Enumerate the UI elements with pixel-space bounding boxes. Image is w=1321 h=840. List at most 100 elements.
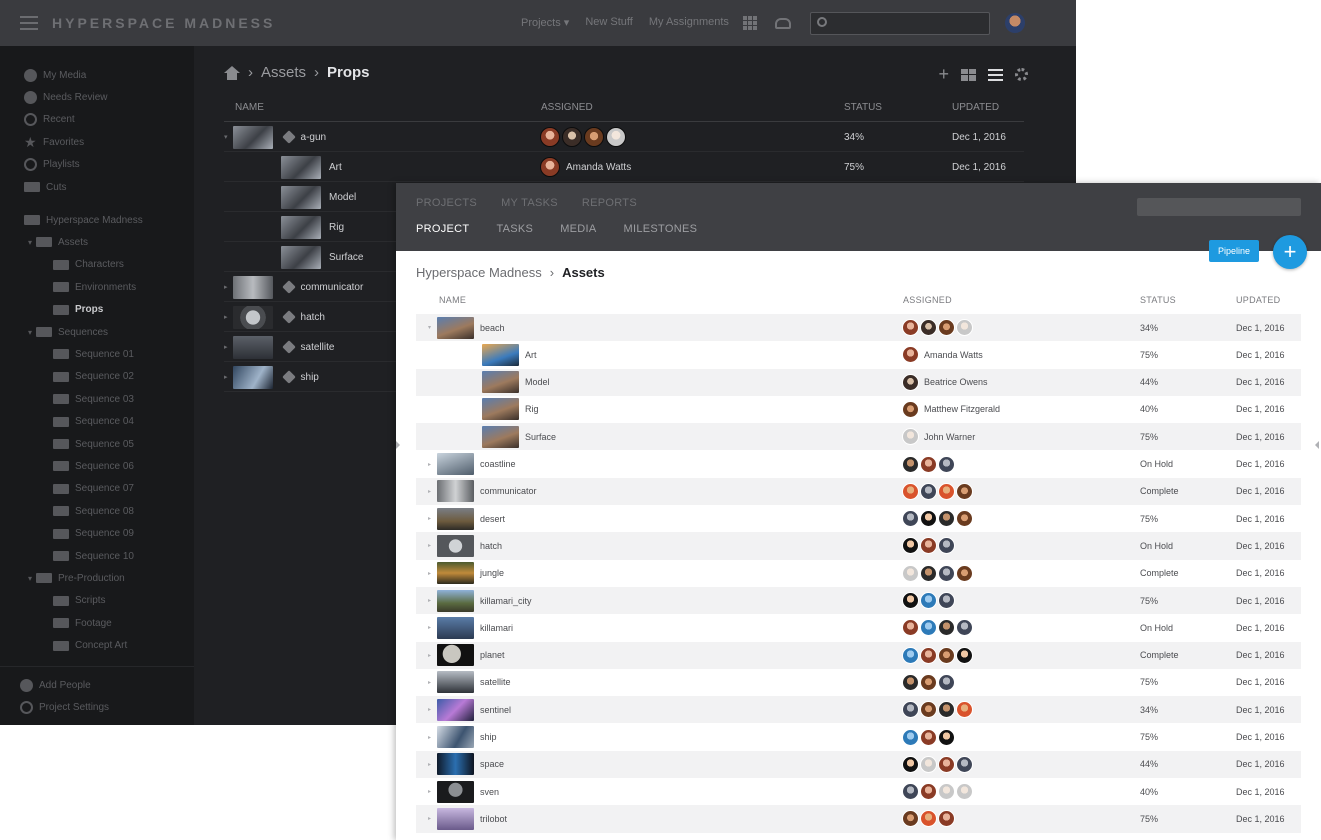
avatar[interactable] <box>920 646 937 664</box>
avatar[interactable] <box>902 783 919 801</box>
asset-thumbnail[interactable] <box>437 644 475 667</box>
nav-my-assignments[interactable]: My Assignments <box>649 16 729 29</box>
tab-project[interactable]: PROJECT <box>416 223 469 235</box>
col-updated-header[interactable]: UPDATED <box>1236 295 1280 305</box>
asset-name[interactable]: Surface <box>525 432 556 442</box>
expand-arrow-icon[interactable]: ▸ <box>224 313 228 321</box>
inbox-icon[interactable] <box>775 18 791 29</box>
expand-arrow-icon[interactable]: ▾ <box>224 133 228 141</box>
asset-thumbnail[interactable] <box>437 780 475 803</box>
expand-arrow-icon[interactable]: ▸ <box>428 597 431 604</box>
asset-name[interactable]: Art <box>329 162 342 173</box>
asset-thumbnail[interactable] <box>482 398 519 421</box>
avatar[interactable] <box>938 755 955 773</box>
table-row[interactable]: ▸ communicator Complete Dec 1, 2016 <box>416 477 1301 506</box>
avatar[interactable] <box>540 157 560 177</box>
tab-milestones[interactable]: MILESTONES <box>624 223 698 235</box>
asset-thumbnail[interactable] <box>437 726 475 748</box>
avatar[interactable] <box>920 673 937 691</box>
menu-icon[interactable] <box>20 16 38 30</box>
table-row[interactable]: Art Amanda Watts 75% Dec 1, 2016 <box>416 341 1301 368</box>
sidebar-tree-item[interactable]: Characters <box>53 256 124 274</box>
asset-thumbnail[interactable] <box>281 185 321 209</box>
avatar[interactable] <box>956 564 973 582</box>
table-row[interactable]: Art Amanda Watts 75% Dec 1, 2016 <box>224 152 1024 182</box>
table-row[interactable]: ▸ trilobot 75% Dec 1, 2016 <box>416 805 1301 833</box>
col-updated-header[interactable]: UPDATED <box>952 102 999 113</box>
table-row[interactable]: ▸ killamari On Hold Dec 1, 2016 <box>416 614 1301 641</box>
table-row[interactable]: Surface John Warner 75% Dec 1, 2016 <box>416 423 1301 451</box>
breadcrumb-assets[interactable]: Assets <box>261 64 306 81</box>
top-search-input[interactable] <box>810 12 990 35</box>
asset-thumbnail[interactable] <box>437 562 475 585</box>
avatar[interactable] <box>938 810 955 828</box>
project-settings-item[interactable]: Project Settings <box>20 698 109 716</box>
asset-thumbnail[interactable] <box>232 335 273 359</box>
avatar[interactable] <box>920 319 937 336</box>
asset-name[interactable]: communicator <box>480 486 537 496</box>
avatar[interactable] <box>902 319 919 336</box>
sidebar-item[interactable]: Needs Review <box>24 88 107 106</box>
asset-name[interactable]: Model <box>329 192 356 203</box>
sidebar-tree-item[interactable]: Environments <box>53 278 136 296</box>
asset-name[interactable]: space <box>480 759 504 769</box>
avatar[interactable] <box>902 400 919 418</box>
avatar[interactable] <box>902 482 919 500</box>
sidebar-tree-item[interactable]: Sequence 06 <box>53 457 134 475</box>
table-row[interactable]: ▸ ship 75% Dec 1, 2016 <box>416 724 1301 751</box>
table-row[interactable]: ▸ satellite 75% Dec 1, 2016 <box>416 669 1301 696</box>
sidebar-tree-item[interactable]: ▾ Pre-Production <box>28 569 125 587</box>
expand-arrow-icon[interactable]: ▸ <box>428 788 431 795</box>
asset-thumbnail[interactable] <box>281 155 321 179</box>
avatar[interactable] <box>562 127 582 147</box>
avatar[interactable] <box>902 455 919 473</box>
asset-thumbnail[interactable] <box>437 534 475 557</box>
avatar[interactable] <box>938 510 955 528</box>
sidebar-item[interactable]: ★ Favorites <box>24 133 84 151</box>
sidebar-tree-item[interactable]: Sequence 01 <box>53 345 134 363</box>
pipeline-button[interactable]: Pipeline <box>1209 240 1259 262</box>
expand-arrow-icon[interactable]: ▸ <box>428 624 431 631</box>
asset-thumbnail[interactable] <box>437 753 475 776</box>
asset-name[interactable]: sven <box>480 787 499 797</box>
avatar[interactable] <box>938 455 955 473</box>
table-row[interactable]: ▸ sven 40% Dec 1, 2016 <box>416 778 1301 805</box>
sidebar-tree-item[interactable]: Sequence 09 <box>53 525 134 543</box>
asset-thumbnail[interactable] <box>281 245 321 269</box>
avatar[interactable] <box>584 127 604 147</box>
table-row[interactable]: ▸ coastline On Hold Dec 1, 2016 <box>416 451 1301 478</box>
asset-thumbnail[interactable] <box>482 425 519 448</box>
expand-arrow-icon[interactable]: ▾ <box>428 324 431 331</box>
asset-name[interactable]: communicator <box>301 282 364 293</box>
avatar[interactable] <box>920 810 937 828</box>
nav-projects[interactable]: PROJECTS <box>416 197 477 209</box>
search-input[interactable] <box>1137 198 1301 216</box>
avatar[interactable] <box>938 646 955 664</box>
asset-thumbnail[interactable] <box>437 698 475 721</box>
asset-name[interactable]: sentinel <box>480 705 511 715</box>
sidebar-tree-item[interactable]: ▾ Sequences <box>28 323 108 341</box>
asset-name[interactable]: hatch <box>480 541 502 551</box>
avatar[interactable] <box>920 728 937 746</box>
expand-arrow-icon[interactable]: ▸ <box>224 343 228 351</box>
asset-thumbnail[interactable] <box>437 316 475 339</box>
add-icon[interactable]: + <box>938 64 949 85</box>
expand-arrow-icon[interactable]: ▸ <box>428 761 431 768</box>
avatar[interactable] <box>920 755 937 773</box>
add-button[interactable]: + <box>1273 235 1307 269</box>
avatar[interactable] <box>956 482 973 500</box>
asset-name[interactable]: a-gun <box>301 132 327 143</box>
nav-reports[interactable]: REPORTS <box>582 197 637 209</box>
avatar[interactable] <box>902 646 919 664</box>
asset-thumbnail[interactable] <box>482 371 519 394</box>
col-assigned-header[interactable]: ASSIGNED <box>541 102 593 113</box>
avatar[interactable] <box>956 619 973 637</box>
avatar[interactable] <box>956 319 973 336</box>
home-icon[interactable] <box>224 65 240 80</box>
asset-name[interactable]: jungle <box>480 568 504 578</box>
asset-name[interactable]: coastline <box>480 459 516 469</box>
avatar[interactable] <box>902 428 919 446</box>
asset-thumbnail[interactable] <box>437 807 475 830</box>
table-row[interactable]: ▸ sentinel 34% Dec 1, 2016 <box>416 696 1301 724</box>
avatar[interactable] <box>920 564 937 582</box>
